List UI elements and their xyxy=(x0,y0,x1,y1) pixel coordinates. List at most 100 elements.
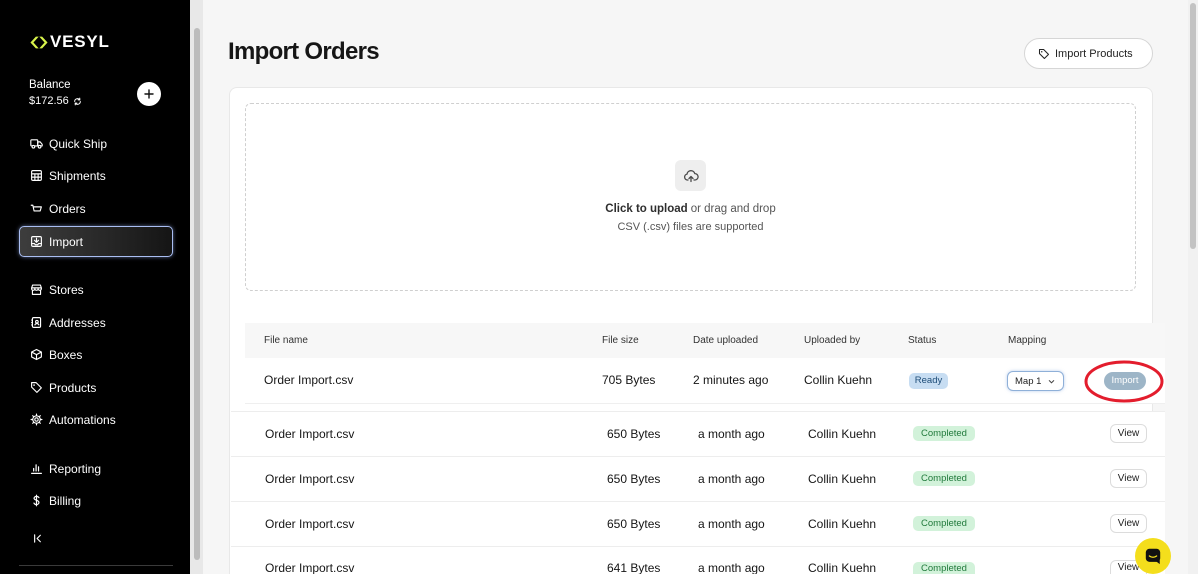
file-size-cell: 641 Bytes xyxy=(607,561,661,574)
view-button[interactable]: View xyxy=(1110,424,1147,443)
date-uploaded-cell: a month ago xyxy=(698,427,765,441)
sidebar-item-reporting[interactable]: Reporting xyxy=(19,453,173,484)
balance-value: $172.56 xyxy=(29,95,82,108)
view-button[interactable]: View xyxy=(1110,469,1147,488)
table-row: Order Import.csv 705 Bytes 2 minutes ago… xyxy=(245,358,1165,404)
sidebar-item-label: Shipments xyxy=(49,168,106,183)
date-uploaded-cell: a month ago xyxy=(698,517,765,531)
uploaded-by-cell: Collin Kuehn xyxy=(808,561,877,574)
sidebar-item-stores[interactable]: Stores xyxy=(19,274,173,305)
support-chat-button[interactable] xyxy=(1135,538,1171,574)
uploaded-by-cell: Collin Kuehn xyxy=(808,427,877,441)
column-header-mapping: Mapping xyxy=(1008,335,1047,346)
sidebar-item-label: Addresses xyxy=(49,315,106,330)
date-uploaded-cell: 2 minutes ago xyxy=(693,373,769,387)
click-to-upload-link[interactable]: Click to upload xyxy=(605,203,687,215)
cloud-upload-icon xyxy=(683,168,699,184)
status-badge: Ready xyxy=(909,373,948,389)
sidebar-item-label: Products xyxy=(49,380,97,395)
import-products-label: Import Products xyxy=(1055,47,1133,60)
chat-icon xyxy=(1144,547,1162,565)
file-size-cell: 650 Bytes xyxy=(607,472,661,486)
upload-hint: CSV (.csv) files are supported xyxy=(617,221,764,233)
column-header-status: Status xyxy=(908,335,937,346)
cart-icon xyxy=(30,202,43,215)
sidebar-item-label: Automations xyxy=(49,412,116,427)
sidebar-item-products[interactable]: Products xyxy=(19,372,173,403)
column-header-uploaded-by: Uploaded by xyxy=(804,335,861,346)
sidebar-item-label: Orders xyxy=(49,201,86,216)
file-name-cell: Order Import.csv xyxy=(265,561,355,574)
tag-icon xyxy=(30,381,43,394)
highlight-annotation xyxy=(1084,360,1164,403)
plus-icon xyxy=(144,89,154,99)
add-balance-button[interactable] xyxy=(137,82,161,106)
column-header-file-size: File size xyxy=(602,335,639,346)
file-name-cell: Order Import.csv xyxy=(265,517,355,531)
logo[interactable]: VESYL xyxy=(30,33,110,51)
sidebar-item-boxes[interactable]: Boxes xyxy=(19,339,173,370)
sidebar-item-orders[interactable]: Orders xyxy=(19,193,173,224)
table-row: Order Import.csv 641 Bytes a month ago C… xyxy=(231,546,1165,574)
import-icon xyxy=(30,235,43,248)
upload-dropzone[interactable] xyxy=(245,103,1136,291)
truck-icon xyxy=(30,137,43,150)
mapping-dropdown[interactable]: Map 1 xyxy=(1007,371,1064,391)
refresh-icon[interactable] xyxy=(73,97,82,106)
uploaded-by-cell: Collin Kuehn xyxy=(804,373,873,387)
status-badge: Completed xyxy=(913,562,975,574)
upload-icon-box xyxy=(675,160,706,191)
table-header: File name File size Date uploaded Upload… xyxy=(245,323,1165,358)
address-book-icon xyxy=(30,316,43,329)
chevron-down-icon xyxy=(1048,378,1055,385)
status-badge: Completed xyxy=(913,516,975,531)
tag-icon xyxy=(1038,48,1050,60)
import-products-button[interactable]: Import Products xyxy=(1024,38,1153,69)
mapping-value: Map 1 xyxy=(1015,375,1042,387)
date-uploaded-cell: a month ago xyxy=(698,561,765,574)
sidebar-divider xyxy=(19,565,173,566)
sidebar-item-label: Boxes xyxy=(49,347,83,362)
column-header-file-name: File name xyxy=(264,335,308,346)
store-icon xyxy=(30,283,43,296)
logo-text: VESYL xyxy=(50,32,110,51)
sidebar-item-label: Reporting xyxy=(49,461,102,476)
sidebar-item-label: Stores xyxy=(49,282,84,297)
vesyl-logo-icon xyxy=(30,36,48,49)
sidebar-item-quick-ship[interactable]: Quick Ship xyxy=(19,128,173,159)
file-size-cell: 705 Bytes xyxy=(602,373,656,387)
sidebar-item-import[interactable]: Import xyxy=(19,226,173,257)
collapse-sidebar-icon[interactable] xyxy=(31,532,44,545)
table-row: Order Import.csv 650 Bytes a month ago C… xyxy=(231,456,1165,501)
bar-chart-icon xyxy=(30,462,43,475)
column-header-date-uploaded: Date uploaded xyxy=(693,335,759,346)
sidebar: VESYL Balance $172.56 Quick Ship Shipmen… xyxy=(0,0,190,574)
sidebar-item-addresses[interactable]: Addresses xyxy=(19,307,173,338)
table-row: Order Import.csv 650 Bytes a month ago C… xyxy=(231,501,1165,546)
gear-icon xyxy=(30,413,43,426)
dollar-icon xyxy=(30,494,43,507)
upload-instructions: Click to upload or drag and drop xyxy=(245,202,1136,216)
sidebar-item-automations[interactable]: Automations xyxy=(19,404,173,435)
status-badge: Completed xyxy=(913,471,975,486)
status-badge: Completed xyxy=(913,426,975,441)
table-row: Order Import.csv 650 Bytes a month ago C… xyxy=(231,411,1165,456)
sidebar-scrollbar-thumb[interactable] xyxy=(194,28,200,560)
box-icon xyxy=(30,348,43,361)
file-name-cell: Order Import.csv xyxy=(265,472,355,486)
view-button[interactable]: View xyxy=(1110,514,1147,533)
file-name-cell: Order Import.csv xyxy=(265,427,355,441)
file-name-cell: Order Import.csv xyxy=(264,373,354,387)
file-size-cell: 650 Bytes xyxy=(607,427,661,441)
page-scrollbar-thumb[interactable] xyxy=(1190,3,1196,249)
sidebar-item-billing[interactable]: Billing xyxy=(19,485,173,516)
date-uploaded-cell: a month ago xyxy=(698,472,765,486)
uploaded-by-cell: Collin Kuehn xyxy=(808,472,877,486)
sidebar-item-label: Quick Ship xyxy=(49,136,108,151)
table-icon xyxy=(30,169,43,182)
sidebar-item-label: Billing xyxy=(49,493,82,508)
balance-amount: $172.56 xyxy=(29,95,69,107)
drag-drop-text: or drag and drop xyxy=(690,203,776,215)
page-title: Import Orders xyxy=(228,38,380,65)
sidebar-item-shipments[interactable]: Shipments xyxy=(19,160,173,191)
